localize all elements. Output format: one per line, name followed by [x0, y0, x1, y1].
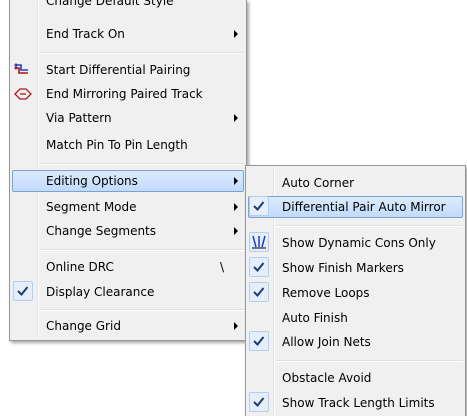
menu-item-label: Change Default Style	[46, 0, 174, 8]
menu-item-label: Segment Mode	[46, 200, 137, 214]
menu-item-remove-loops[interactable]: Remove Loops	[248, 282, 463, 304]
menu-item-label: Show Track Length Limits	[282, 396, 435, 410]
menu-item-label: Display Clearance	[46, 285, 155, 299]
context-menu: Change Default Style End Track On Start …	[9, 0, 247, 341]
menu-item-match-pin-to-pin-length[interactable]: Match Pin To Pin Length	[12, 134, 244, 156]
checkmark-icon	[249, 257, 269, 277]
submenu-arrow-icon	[234, 322, 238, 330]
checkmark-icon	[249, 196, 269, 216]
menu-item-label: Auto Corner	[282, 176, 355, 190]
menu-separator	[40, 52, 244, 54]
menu-item-via-pattern[interactable]: Via Pattern	[12, 107, 244, 129]
menu-separator	[40, 309, 244, 311]
menu-item-label: Allow Join Nets	[282, 335, 371, 349]
menu-item-differential-pair-auto-mirror[interactable]: Differential Pair Auto Mirror	[248, 196, 463, 218]
menu-item-change-default-style[interactable]: Change Default Style	[12, 0, 244, 14]
submenu-arrow-icon	[234, 30, 238, 38]
menu-item-show-finish-markers[interactable]: Show Finish Markers	[248, 257, 463, 279]
menu-item-label: Auto Finish	[282, 311, 348, 325]
menu-item-obstacle-avoid[interactable]: Obstacle Avoid	[248, 367, 463, 389]
mirror-track-end-icon	[14, 85, 32, 103]
menu-item-auto-corner[interactable]: Auto Corner	[248, 172, 463, 194]
menu-item-show-dynamic-cons-only[interactable]: Show Dynamic Cons Only	[248, 232, 463, 254]
menu-item-label: End Mirroring Paired Track	[46, 87, 203, 101]
checkmark-icon	[249, 331, 269, 351]
differential-pair-start-icon	[14, 61, 32, 79]
menu-item-allow-join-nets[interactable]: Allow Join Nets	[248, 331, 463, 353]
submenu-arrow-icon	[234, 177, 238, 185]
menu-item-label: Online DRC	[46, 260, 114, 274]
menu-item-label: Show Dynamic Cons Only	[282, 236, 436, 250]
menu-item-change-grid[interactable]: Change Grid	[12, 315, 244, 337]
menu-item-label: Show Finish Markers	[282, 261, 404, 275]
menu-separator	[276, 225, 463, 227]
editing-options-submenu: Auto Corner Differential Pair Auto Mirro…	[245, 165, 466, 416]
menu-item-label: Obstacle Avoid	[282, 371, 372, 385]
checkmark-icon	[249, 392, 269, 412]
menu-item-label: Via Pattern	[46, 111, 112, 125]
checkmark-icon	[249, 282, 269, 302]
shortcut-key: \	[219, 260, 224, 274]
submenu-arrow-icon	[234, 227, 238, 235]
menu-separator	[40, 249, 244, 251]
menu-item-label: Remove Loops	[282, 286, 370, 300]
submenu-arrow-icon	[234, 203, 238, 211]
menu-item-editing-options[interactable]: Editing Options	[12, 170, 244, 192]
menu-item-label: Match Pin To Pin Length	[46, 138, 188, 152]
submenu-arrow-icon	[234, 114, 238, 122]
checkmark-icon	[13, 281, 33, 301]
menu-item-show-track-length-limits[interactable]: Show Track Length Limits	[248, 392, 463, 414]
menu-item-end-mirroring-paired-track[interactable]: End Mirroring Paired Track	[12, 83, 244, 105]
menu-item-auto-finish[interactable]: Auto Finish	[248, 307, 463, 329]
menu-item-change-segments[interactable]: Change Segments	[12, 220, 244, 242]
menu-separator	[276, 360, 463, 362]
menu-item-segment-mode[interactable]: Segment Mode	[12, 196, 244, 218]
menu-item-label: Editing Options	[46, 174, 138, 188]
menu-separator	[40, 163, 244, 165]
menu-item-label: Change Grid	[46, 319, 121, 333]
menu-item-label: End Track On	[46, 27, 125, 41]
menu-item-display-clearance[interactable]: Display Clearance	[12, 281, 244, 303]
menu-item-label: Change Segments	[46, 224, 157, 238]
menu-item-online-drc[interactable]: Online DRC \	[12, 256, 244, 278]
dynamic-cons-icon	[249, 232, 269, 252]
menu-item-start-differential-pairing[interactable]: Start Differential Pairing	[12, 59, 244, 81]
menu-item-end-track-on[interactable]: End Track On	[12, 23, 244, 45]
menu-item-label: Differential Pair Auto Mirror	[282, 200, 446, 214]
menu-item-label: Start Differential Pairing	[46, 63, 191, 77]
